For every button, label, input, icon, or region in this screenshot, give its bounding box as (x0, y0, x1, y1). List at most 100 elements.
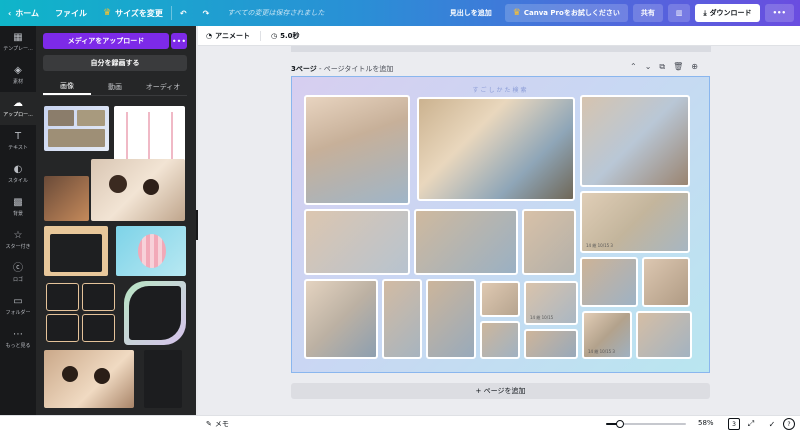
download-button[interactable]: ⤓ ダウンロード (695, 4, 760, 22)
download-icon: ⤓ (703, 8, 707, 17)
star-icon: ☆ (13, 230, 23, 241)
nav-text[interactable]: T テキスト (0, 125, 36, 158)
nav-starred[interactable]: ☆ スター付き (0, 224, 36, 257)
nav-styles[interactable]: ◐ スタイル (0, 158, 36, 191)
chevron-up-icon[interactable]: ⌃ (630, 62, 637, 72)
upload-media-button[interactable]: メディアをアップロード (43, 33, 169, 49)
fullscreen-icon[interactable]: ⤢ (745, 418, 757, 430)
upload-thumbnail[interactable] (44, 226, 108, 276)
photo-frame[interactable] (580, 257, 638, 307)
page-actions: ⌃ ⌄ ⧉ 🗑 ⊕ (630, 62, 698, 72)
add-page-button[interactable]: + ページを追加 (291, 383, 710, 399)
photo-frame[interactable]: 14 総 10/15 3 (580, 191, 690, 253)
animate-button[interactable]: ◔ アニメート (206, 31, 250, 41)
duration-button[interactable]: ◷ 5.0秒 (271, 31, 300, 41)
elements-icon: ◈ (14, 65, 22, 76)
photo-frame[interactable]: 14 総 10/15 3 (582, 311, 632, 359)
photo-frame[interactable] (426, 279, 476, 359)
photo-frame[interactable] (304, 279, 378, 359)
canvas-area: 3ページ - ページタイトルを追加 ⌃ ⌄ ⧉ 🗑 ⊕ すごしかた検索 14 総… (198, 46, 800, 415)
upload-thumbnail[interactable] (44, 106, 109, 151)
more-options-button[interactable]: ••• (764, 4, 794, 22)
redo-button[interactable]: ↷ (195, 0, 218, 26)
divider (259, 30, 261, 41)
photo-frame[interactable] (580, 95, 690, 187)
side-nav: ▦ テンプレー... ◈ 素材 ☁ アップロー... T テキスト ◐ スタイル… (0, 26, 36, 415)
resize-button[interactable]: ♛ サイズを変更 (95, 0, 171, 26)
crown-icon: ♛ (103, 8, 112, 18)
trash-icon[interactable]: 🗑 (673, 62, 683, 72)
upload-thumbnail[interactable] (116, 226, 186, 276)
nav-background[interactable]: ▩ 背景 (0, 191, 36, 224)
help-icon[interactable]: ? (783, 418, 795, 430)
upload-icon: ☁ (13, 98, 23, 109)
uploads-panel: メディアをアップロード ••• 自分を録画する 画像 動画 オーディオ (36, 26, 196, 415)
photo-frame[interactable] (480, 321, 520, 359)
photo-frame[interactable] (522, 209, 576, 275)
photo-frame[interactable] (304, 209, 410, 275)
notes-icon: ✎ (206, 420, 212, 428)
canva-pro-button[interactable]: ♛ Canva Proをお試しください (504, 4, 628, 22)
photo-frame[interactable] (636, 311, 692, 359)
photo-frame[interactable] (304, 95, 410, 205)
nav-uploads[interactable]: ☁ アップロー... (0, 92, 36, 125)
zoom-level[interactable]: 58% (698, 419, 714, 427)
upload-thumbnail[interactable] (44, 350, 134, 408)
photo-frame[interactable] (382, 279, 422, 359)
chevron-left-icon: ‹ (8, 8, 12, 18)
save-status: すべての変更は保存されました (227, 9, 325, 17)
notes-button[interactable]: ✎ メモ (206, 416, 229, 431)
add-page-icon[interactable]: ⊕ (691, 62, 698, 72)
photo-frame[interactable] (642, 257, 690, 307)
upload-thumbnail[interactable] (44, 176, 89, 221)
file-menu[interactable]: ファイル (47, 0, 95, 26)
check-icon[interactable]: ✓ (766, 418, 778, 430)
media-tabs: 画像 動画 オーディオ (43, 78, 187, 96)
topbar-right-group: 見出しを追加 ♛ Canva Proをお試しください 共有 ▥ ⤓ ダウンロード… (442, 4, 800, 22)
home-button[interactable]: ‹ ホーム (0, 0, 47, 26)
photo-frame[interactable] (480, 281, 520, 317)
photo-caption: 14 総 10/15 3 (588, 349, 615, 354)
record-yourself-button[interactable]: 自分を録画する (43, 55, 187, 71)
insights-button[interactable]: ▥ (667, 4, 691, 22)
nav-folders[interactable]: ▭ フォルダー (0, 290, 36, 323)
share-button[interactable]: 共有 (632, 4, 663, 22)
photo-frame[interactable] (414, 209, 518, 275)
undo-icon: ↶ (179, 8, 187, 18)
photo-frame[interactable]: 14 総 10/15 (524, 281, 578, 325)
add-heading-button[interactable]: 見出しを追加 (442, 4, 500, 22)
top-toolbar: ‹ ホーム ファイル ♛ サイズを変更 ↶ ↷ すべての変更は保存されました 見… (0, 0, 800, 26)
upload-thumbnail[interactable] (124, 281, 186, 345)
upload-more-button[interactable]: ••• (171, 33, 187, 49)
redo-icon: ↷ (202, 8, 210, 18)
zoom-slider-handle[interactable] (615, 420, 624, 428)
background-icon: ▩ (13, 197, 23, 208)
tab-images[interactable]: 画像 (43, 78, 91, 95)
nav-logo[interactable]: ⓒ ロゴ (0, 257, 36, 290)
design-page[interactable]: すごしかた検索 14 総 10/15 3 14 総 10/15 14 総 10/… (291, 76, 710, 373)
tab-videos[interactable]: 動画 (91, 78, 139, 95)
page-count-button[interactable]: 3 (728, 418, 740, 430)
upload-row: メディアをアップロード ••• (43, 33, 187, 49)
photo-frame[interactable] (417, 97, 575, 201)
duplicate-icon[interactable]: ⧉ (659, 62, 665, 72)
template-icon: ▦ (13, 32, 23, 43)
previous-page-edge (291, 46, 711, 52)
photo-frame[interactable] (524, 329, 578, 359)
chevron-down-icon[interactable]: ⌄ (645, 62, 652, 72)
photo-caption: 14 総 10/15 (530, 315, 554, 320)
page-heading[interactable]: すごしかた検索 (292, 85, 709, 94)
more-icon: ⋯ (13, 329, 23, 340)
more-horizontal-icon: ••• (772, 9, 786, 17)
undo-button[interactable]: ↶ (172, 0, 195, 26)
nav-more[interactable]: ⋯ もっと見る (0, 323, 36, 356)
upload-thumbnail[interactable] (91, 159, 185, 221)
upload-thumbnail[interactable] (44, 281, 118, 345)
upload-thumbnail[interactable] (144, 350, 182, 408)
tab-audio[interactable]: オーディオ (139, 78, 187, 95)
nav-elements[interactable]: ◈ 素材 (0, 59, 36, 92)
page-label[interactable]: 3ページ - ページタイトルを追加 (291, 64, 393, 74)
zoom-slider[interactable] (606, 420, 686, 428)
animate-icon: ◔ (206, 31, 213, 40)
nav-templates[interactable]: ▦ テンプレー... (0, 26, 36, 59)
